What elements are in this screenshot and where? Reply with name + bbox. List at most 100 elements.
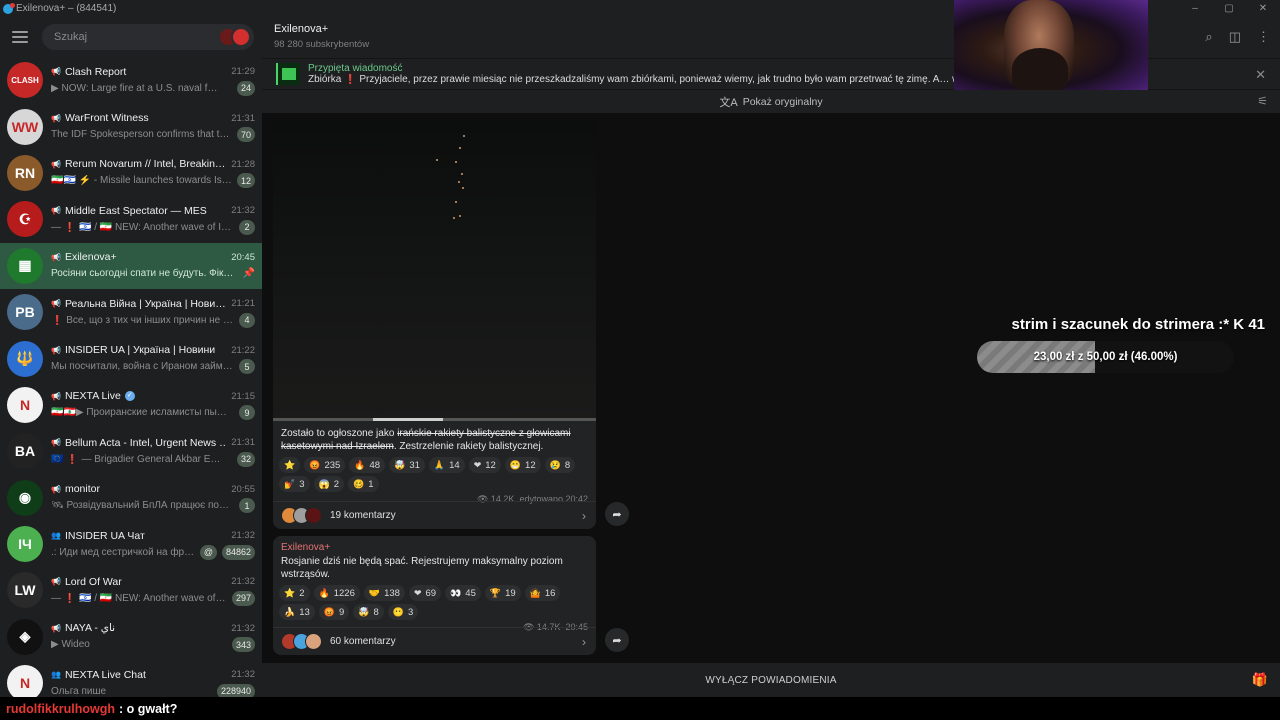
reaction-chip[interactable]: 😶 3 bbox=[387, 604, 419, 620]
mute-label: WYŁĄCZ POWIADOMIENIA bbox=[705, 674, 837, 686]
chat-row-top: 📢 Exilenova+ 20:45 bbox=[51, 249, 255, 265]
reaction-chip[interactable]: 😱 2 bbox=[313, 476, 345, 492]
webcam-beard bbox=[1012, 48, 1068, 90]
chat-list-item[interactable]: N 📢 NEXTA Live ✓ 21:15 🇮🇷🇱🇧▶ Проиранские… bbox=[0, 382, 262, 428]
chat-list-item[interactable]: 🔱 📢 INSIDER UA | Україна | Новини 21:22 … bbox=[0, 335, 262, 381]
reaction-chip[interactable]: 🤷 16 bbox=[524, 585, 561, 601]
chat-list-item[interactable]: WW 📢 WarFront Witness 21:31 The IDF Spok… bbox=[0, 103, 262, 149]
reaction-chip[interactable]: 🏆 19 bbox=[484, 585, 521, 601]
reaction-count: 19 bbox=[505, 587, 516, 599]
reaction-emoji: 🔥 bbox=[318, 587, 330, 598]
reaction-chip[interactable]: ❤ 69 bbox=[408, 585, 442, 601]
chat-list-item[interactable]: N 👥 NEXTA Live Chat 21:32 Ольга пише 228… bbox=[0, 660, 262, 697]
reaction-emoji: 🔥 bbox=[354, 459, 366, 470]
chat-list-item[interactable]: РВ 📢 Реальна Війна | Україна | Нови… 21:… bbox=[0, 289, 262, 335]
unread-badge: 1 bbox=[239, 498, 255, 514]
reaction-chip[interactable]: 😁 12 bbox=[504, 457, 541, 473]
chat-name: 👥 INSIDER UA Чат bbox=[51, 530, 225, 542]
reaction-chip[interactable]: 🤯 8 bbox=[353, 604, 384, 620]
reaction-count: 2 bbox=[299, 587, 305, 599]
more-icon[interactable]: ⋮ bbox=[1257, 29, 1270, 45]
goal-count: 41 bbox=[1248, 316, 1265, 333]
mute-notifications-button[interactable]: WYŁĄCZ POWIADOMIENIA 🎁 bbox=[262, 663, 1280, 697]
reaction-chip[interactable]: 😡 9 bbox=[318, 604, 350, 620]
share-button[interactable]: ➦ bbox=[605, 628, 629, 652]
comments-button[interactable]: 19 komentarzy › bbox=[273, 501, 596, 529]
reaction-count: 138 bbox=[384, 587, 400, 599]
reaction-chip[interactable]: 🍌 13 bbox=[279, 604, 315, 620]
reaction-chip[interactable]: 💅 3 bbox=[279, 476, 310, 492]
chat-list-item[interactable]: BA 📢 Bellum Acta - Intel, Urgent News … … bbox=[0, 428, 262, 474]
reaction-chip[interactable]: 👀 45 bbox=[445, 585, 481, 601]
comments-button[interactable]: 60 komentarzy › bbox=[273, 627, 596, 655]
channel-post[interactable]: Zostało to ogłoszone jako irańskie rakie… bbox=[273, 121, 596, 529]
reaction-count: 31 bbox=[409, 459, 420, 471]
menu-icon[interactable] bbox=[12, 31, 28, 43]
chat-name: 📢 Lord Of War bbox=[51, 576, 225, 588]
chat-preview: 🇮🇷🇮🇱 ⚡ - Missile launches towards Is… bbox=[51, 175, 232, 187]
reaction-chip[interactable]: 😡 235 bbox=[304, 457, 346, 473]
chat-avatar: РВ bbox=[7, 294, 43, 331]
maximize-button[interactable]: ▢ bbox=[1212, 0, 1246, 17]
chat-name: 📢 Bellum Acta - Intel, Urgent News … bbox=[51, 437, 225, 449]
reaction-count: 45 bbox=[465, 587, 476, 599]
reaction-emoji: 😡 bbox=[309, 459, 321, 470]
story-avatars[interactable] bbox=[218, 27, 251, 47]
chat-name-text: monitor bbox=[64, 483, 100, 496]
reaction-chip[interactable]: 🤯 31 bbox=[389, 457, 425, 473]
chat-time: 21:32 bbox=[231, 205, 255, 217]
unread-badge: 4 bbox=[239, 312, 255, 328]
search-input[interactable] bbox=[54, 31, 204, 43]
reaction-chip[interactable]: 🔥 1226 bbox=[313, 585, 360, 601]
post-author[interactable]: Exilenova+ bbox=[273, 536, 596, 553]
reaction-count: 3 bbox=[408, 606, 414, 618]
reaction-emoji: ❤ bbox=[413, 587, 422, 598]
chat-list-item[interactable]: ◈ 📢 NAYA - ناي 21:32 ▶ Wideo 343 bbox=[0, 614, 262, 660]
chat-list: CLASH 📢 Clash Report 21:29 ▶ NOW: Large … bbox=[0, 57, 262, 697]
video-player[interactable] bbox=[273, 121, 596, 421]
chat-list-item[interactable]: ◉ 📢 monitor 20:55 🛰 Розвідувальний БпЛА … bbox=[0, 475, 262, 521]
chat-name-text: Реальна Війна | Україна | Нови… bbox=[64, 297, 226, 310]
video-progress-bar[interactable] bbox=[273, 418, 596, 421]
chat-row-top: 👥 NEXTA Live Chat 21:32 bbox=[51, 667, 255, 683]
reaction-chip[interactable]: ⭐ bbox=[279, 457, 301, 473]
share-button[interactable]: ➦ bbox=[605, 502, 629, 526]
reaction-chip[interactable]: 🔥 48 bbox=[349, 457, 386, 473]
filter-settings-icon[interactable]: ⚟ bbox=[1257, 94, 1268, 108]
reaction-chip[interactable]: 🙏 14 bbox=[428, 457, 465, 473]
show-original-link[interactable]: Pokaż oryginalny bbox=[743, 96, 823, 108]
close-window-button[interactable]: ✕ bbox=[1246, 0, 1280, 17]
chat-row-top: 📢 Clash Report 21:29 bbox=[51, 64, 255, 80]
reaction-chip[interactable]: 😢 8 bbox=[544, 457, 576, 473]
gift-icon[interactable]: 🎁 bbox=[1252, 672, 1268, 688]
chat-list-item[interactable]: ▦ 📢 Exilenova+ 20:45 Росіяни сьогодні сп… bbox=[0, 242, 262, 289]
story-avatar[interactable] bbox=[231, 27, 251, 47]
chat-list-item[interactable]: LW 📢 Lord Of War 21:32 — ❗ 🇮🇱 / 🇮🇷 NEW: … bbox=[0, 567, 262, 613]
search-box[interactable] bbox=[42, 24, 254, 50]
goal-progress-bar: 23,00 zł z 50,00 zł (46.00%) bbox=[977, 341, 1234, 373]
reaction-chip[interactable]: ❤ 12 bbox=[468, 457, 501, 473]
chat-row-top: 📢 Rerum Novarum // Intel, Breakin… 21:28 bbox=[51, 156, 255, 172]
chat-list-item[interactable]: RN 📢 Rerum Novarum // Intel, Breakin… 21… bbox=[0, 150, 262, 196]
translate-bar[interactable]: 文A Pokaż oryginalny ⚟ bbox=[262, 89, 1280, 113]
channel-post[interactable]: Exilenova+ Rosjanie dziś nie będą spać. … bbox=[273, 536, 596, 655]
chat-list-item[interactable]: IЧ 👥 INSIDER UA Чат 21:32 .: Иди мед сес… bbox=[0, 521, 262, 567]
reaction-chip[interactable]: 🥴 1 bbox=[348, 476, 379, 492]
chat-row-bottom: ▶ Wideo 343 bbox=[51, 636, 255, 653]
chat-name: 📢 NEXTA Live ✓ bbox=[51, 390, 225, 402]
goal-amount: 23,00 zł z 50,00 zł (46.00%) bbox=[1033, 351, 1178, 363]
reaction-chip[interactable]: 🤝 138 bbox=[363, 585, 405, 601]
chat-list-item[interactable]: CLASH 📢 Clash Report 21:29 ▶ NOW: Large … bbox=[0, 57, 262, 103]
reaction-emoji: 🥴 bbox=[353, 478, 365, 489]
unread-badge: 343 bbox=[231, 637, 255, 653]
unread-badge: 2 bbox=[239, 219, 255, 235]
minimize-button[interactable]: – bbox=[1178, 0, 1212, 17]
reaction-chip[interactable]: ⭐ 2 bbox=[279, 585, 310, 601]
chat-list-item[interactable]: ☪ 📢 Middle East Spectator — MES 21:32 — … bbox=[0, 196, 262, 242]
search-icon[interactable]: ⌕ bbox=[1205, 29, 1212, 45]
header-actions: ⌕ ◫ ⋮ bbox=[1205, 29, 1270, 45]
sidebar-toggle-icon[interactable]: ◫ bbox=[1229, 29, 1241, 45]
chat-time: 20:45 bbox=[231, 251, 255, 263]
close-icon[interactable]: ✕ bbox=[1255, 67, 1266, 83]
chat-avatar: LW bbox=[7, 572, 43, 609]
